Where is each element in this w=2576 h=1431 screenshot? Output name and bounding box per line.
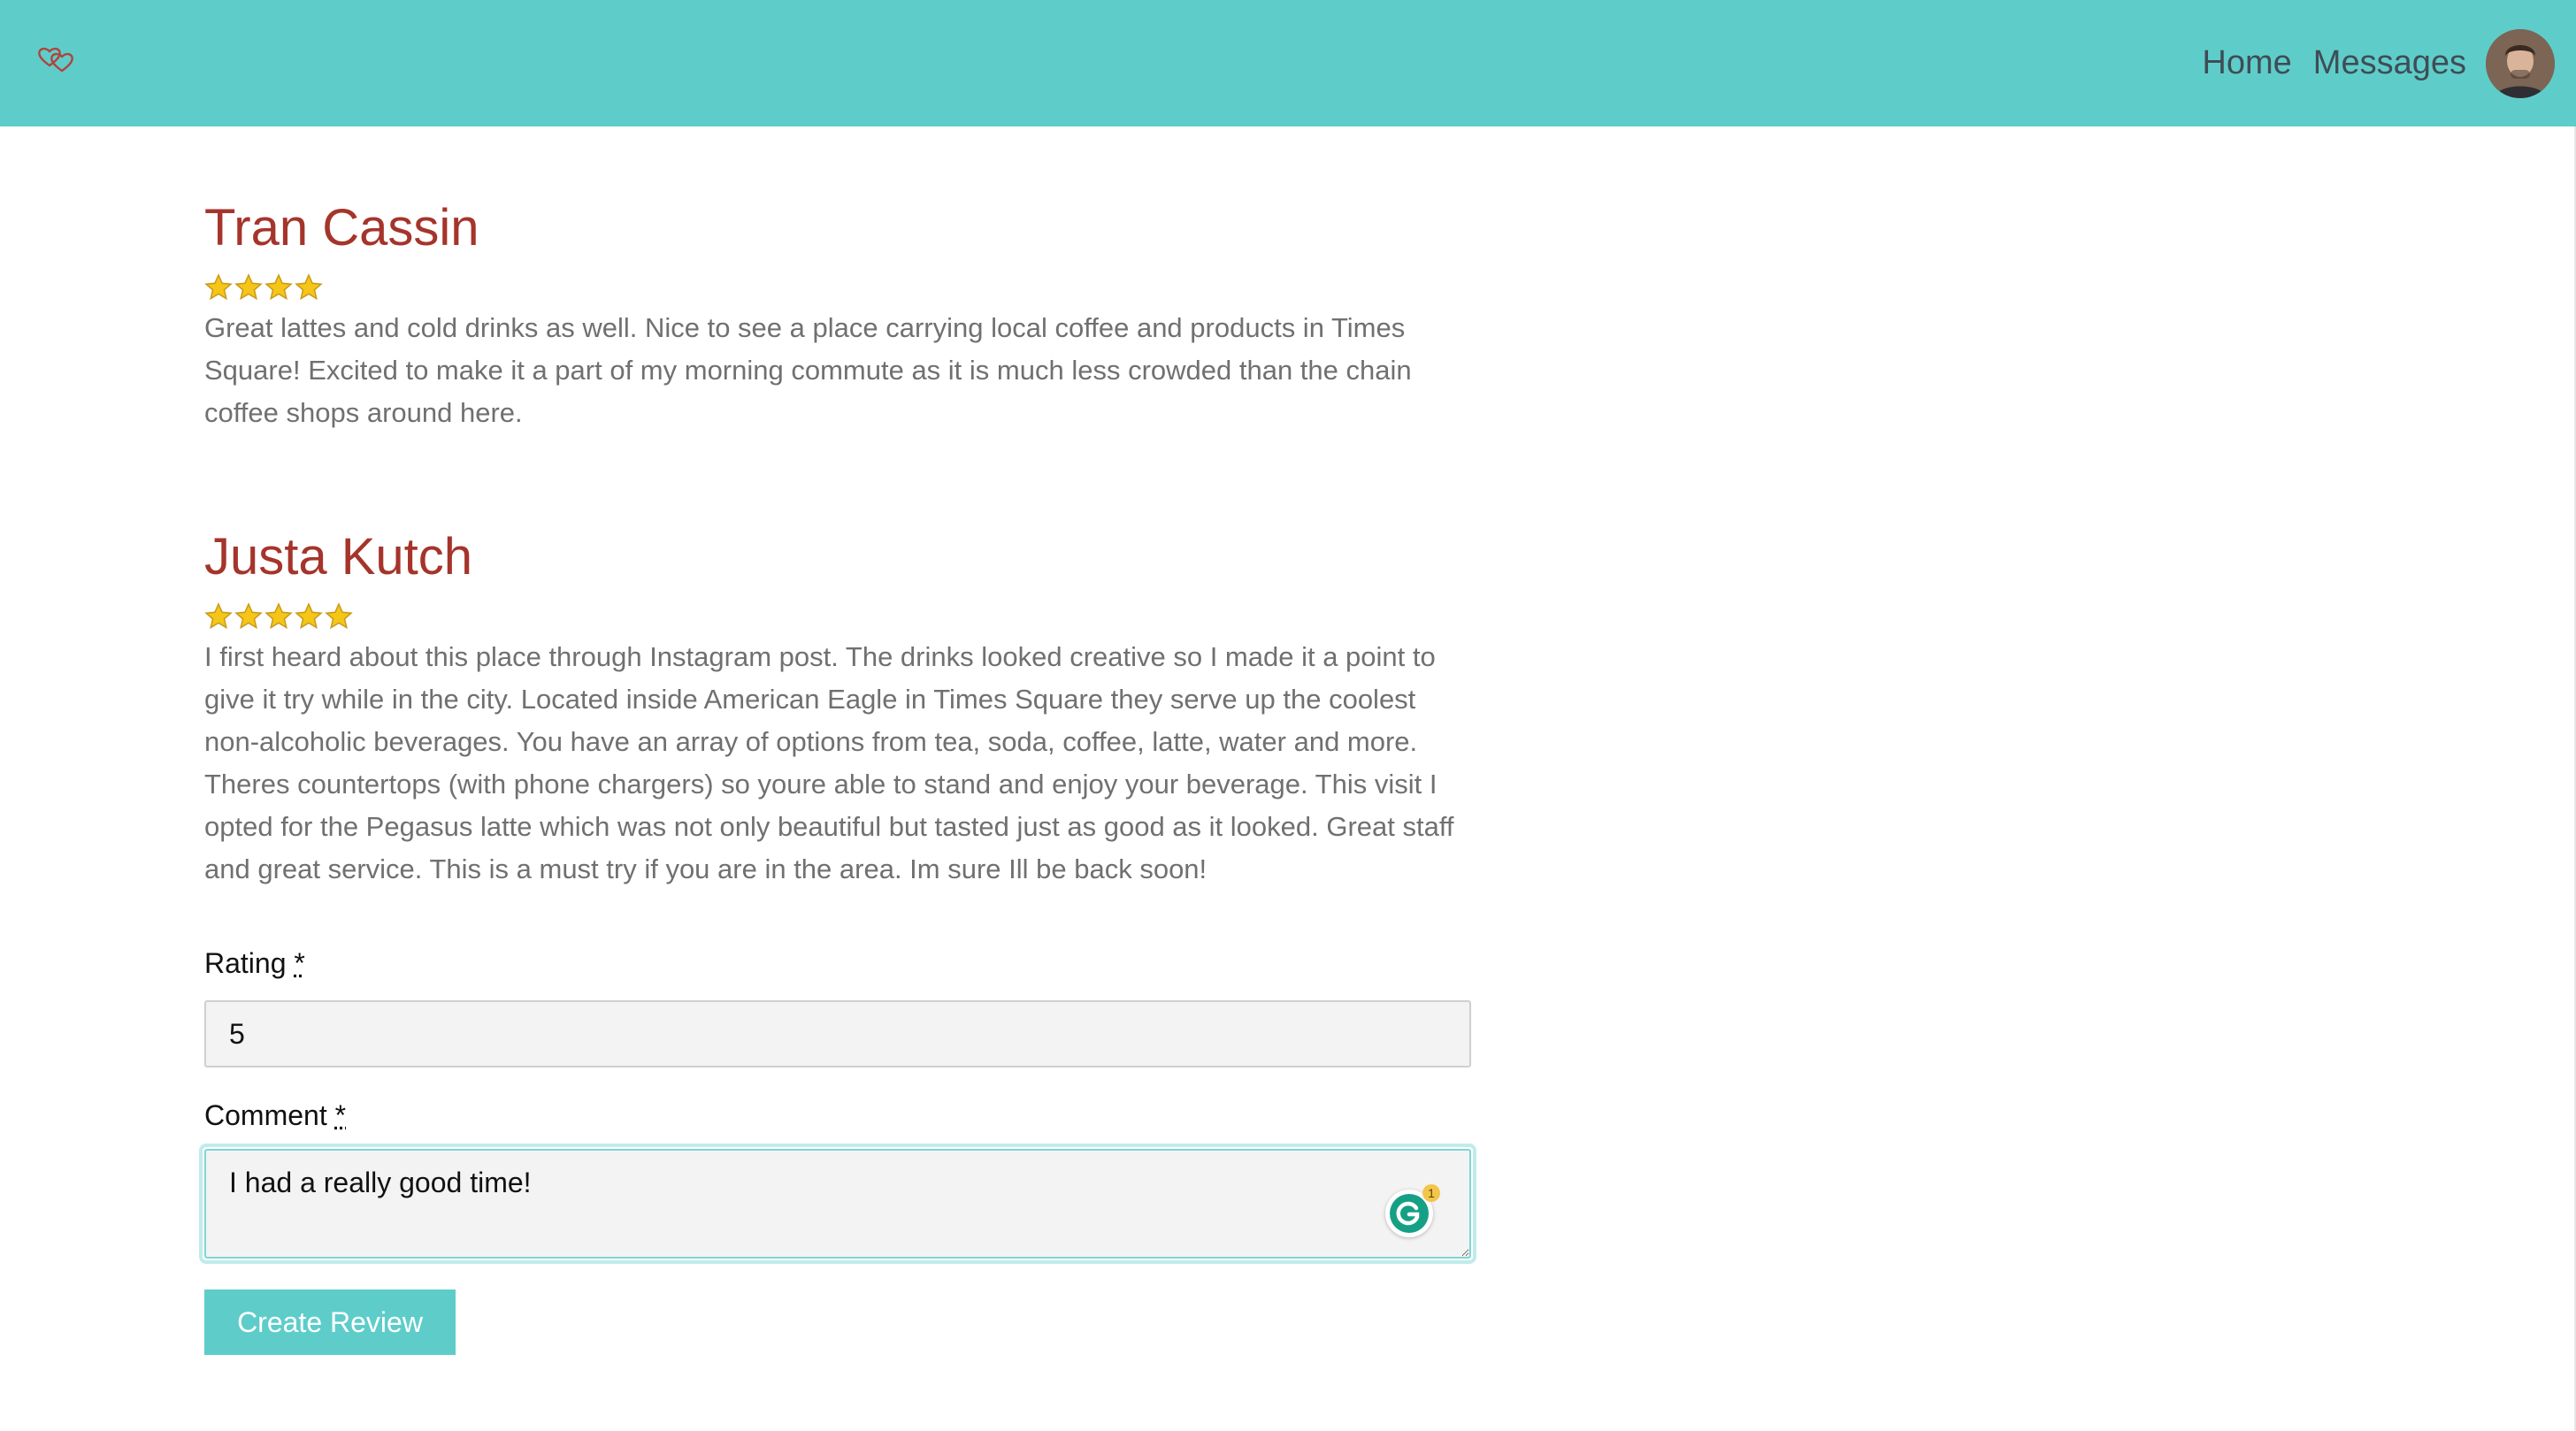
rating-label: Rating * — [204, 947, 305, 980]
nav-links: Home Messages — [2202, 0, 2576, 126]
create-review-button[interactable]: Create Review — [204, 1289, 456, 1355]
star-icon — [264, 273, 293, 301]
star-icon — [234, 273, 263, 301]
review-item: Tran Cassin Great lattes and cold drinks… — [204, 199, 1471, 434]
hearts-logo-icon[interactable] — [37, 44, 76, 78]
review-item: Justa Kutch I first heard about this pla… — [204, 528, 1471, 891]
reviewer-name: Justa Kutch — [204, 528, 473, 585]
star-rating — [204, 602, 1471, 631]
comment-label: Comment * — [204, 1099, 346, 1132]
star-icon — [295, 602, 323, 630]
star-icon — [295, 273, 323, 301]
avatar[interactable] — [2486, 28, 2555, 98]
reviewer-name: Tran Cassin — [204, 199, 479, 256]
star-rating — [204, 273, 1471, 302]
review-text: Great lattes and cold drinks as well. Ni… — [204, 312, 1412, 428]
nav-messages-link[interactable]: Messages — [2313, 44, 2466, 82]
comment-focus-ring: I had a really good time! — [199, 1144, 1476, 1264]
star-icon — [204, 602, 233, 630]
rating-label-text: Rating — [204, 947, 287, 979]
star-icon — [264, 602, 293, 630]
star-icon — [204, 273, 233, 301]
nav-home-link[interactable]: Home — [2202, 44, 2291, 82]
star-icon — [234, 602, 263, 630]
user-avatar-icon — [2486, 28, 2555, 98]
top-navbar: Home Messages — [0, 0, 2576, 126]
comment-label-text: Comment — [204, 1099, 327, 1131]
grammarly-count-badge: 1 — [1422, 1184, 1440, 1202]
required-marker: * — [294, 947, 305, 979]
comment-textarea[interactable]: I had a really good time! — [204, 1149, 1471, 1259]
rating-input[interactable] — [204, 1000, 1471, 1068]
required-marker: * — [334, 1099, 347, 1131]
star-icon — [325, 602, 353, 630]
review-text: I first heard about this place through I… — [204, 641, 1454, 884]
